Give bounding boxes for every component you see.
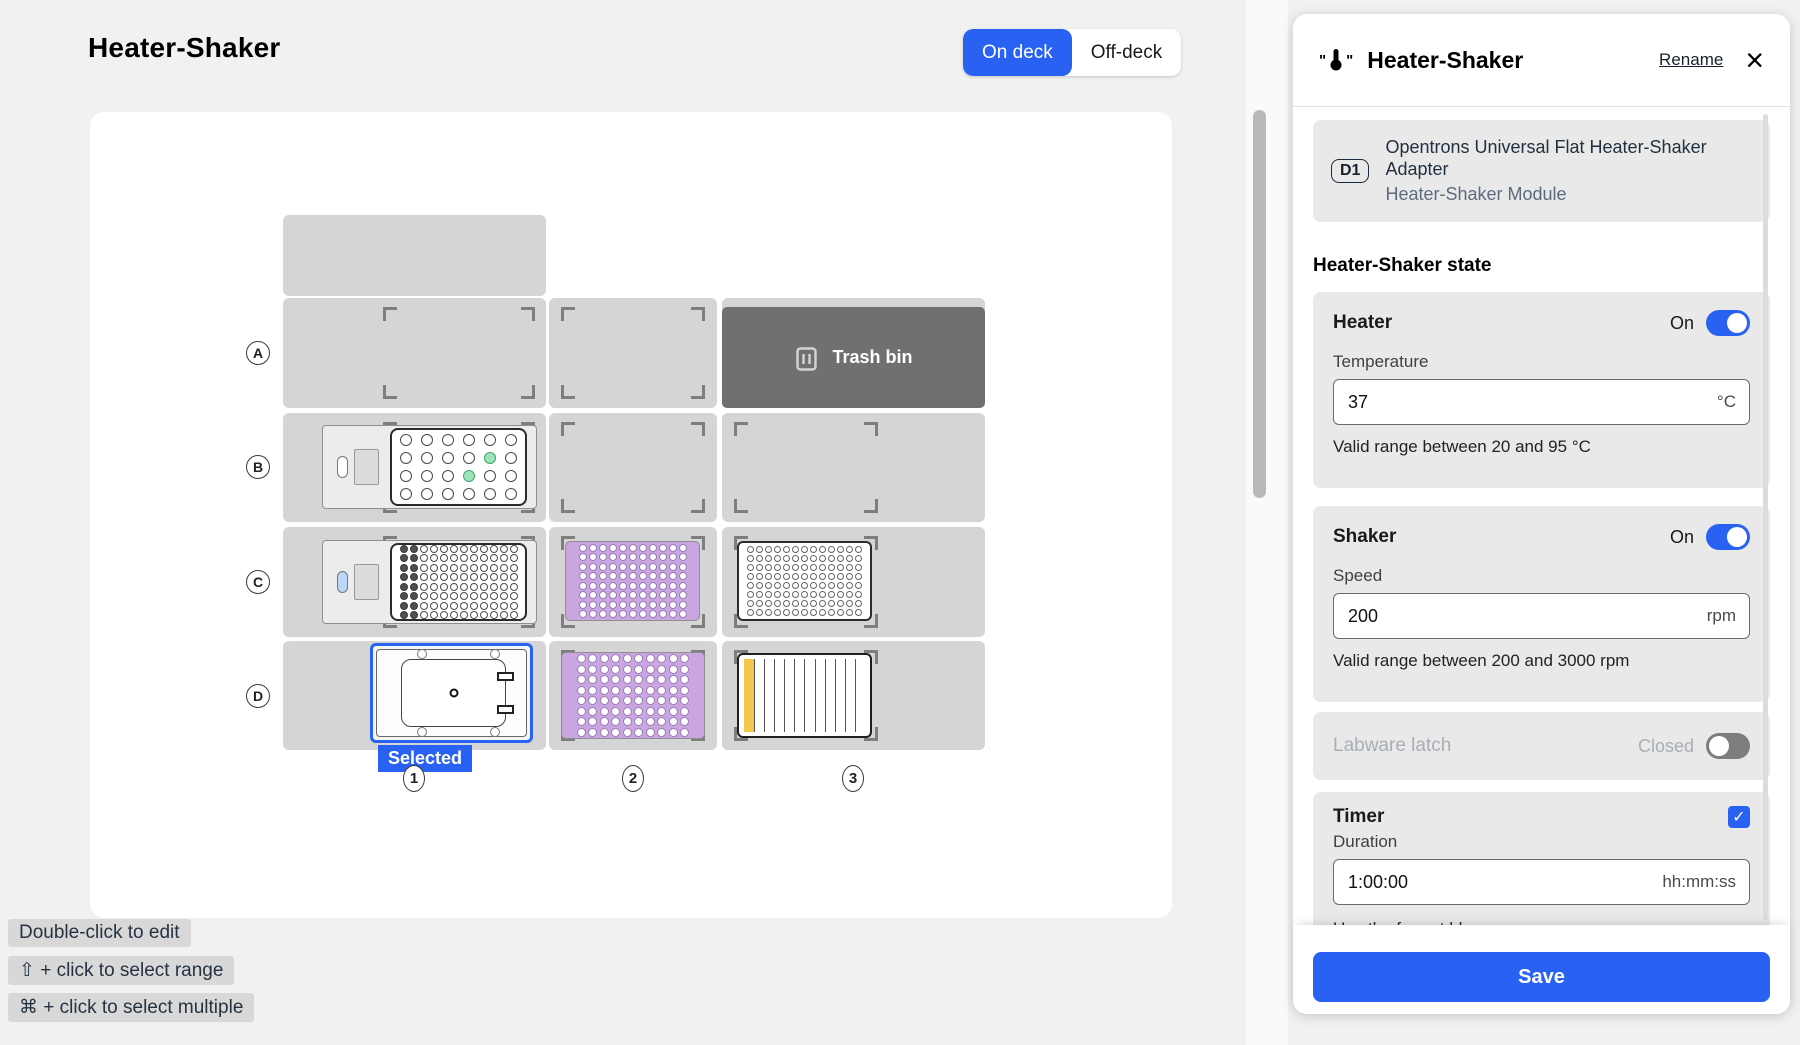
panel-scroll-area: D1 Opentrons Universal Flat Heater-Shake… (1293, 107, 1790, 925)
heater-shaker-module-selected[interactable] (370, 643, 533, 743)
page-title: Heater-Shaker (88, 32, 280, 64)
close-icon[interactable]: × (1745, 46, 1764, 74)
module-summary-card: D1 Opentrons Universal Flat Heater-Shake… (1313, 120, 1770, 222)
trash-icon (794, 343, 819, 372)
selected-tag: Selected (378, 745, 472, 772)
trash-bin[interactable]: Trash bin (722, 307, 985, 408)
screw-mark (417, 649, 427, 659)
timer-label: Timer (1333, 806, 1728, 828)
labware-position-marks (561, 307, 705, 399)
flat-adapter-plate (401, 659, 506, 727)
deck-slot-a1[interactable] (283, 298, 546, 408)
save-button[interactable]: Save (1313, 952, 1770, 1002)
deck-slot-d2[interactable] (549, 641, 717, 750)
temperature-range-caption: Valid range between 20 and 95 °C (1333, 437, 1750, 457)
labware-96-well-plate[interactable] (390, 543, 527, 621)
shaker-state-label: On (1670, 527, 1694, 548)
labware-96-well-plate-purple[interactable] (565, 541, 700, 621)
deck-slot-c3[interactable] (722, 527, 985, 637)
labware-position-marks (561, 422, 705, 513)
deck-slot-a3[interactable]: Trash bin (722, 298, 985, 408)
deck-col-label-3: 3 (842, 765, 864, 792)
speed-range-caption: Valid range between 200 and 3000 rpm (1333, 651, 1750, 671)
deck-slot-d3[interactable] (722, 641, 985, 750)
labware-96-well-plate-purple[interactable] (561, 652, 705, 739)
temperature-label: Temperature (1333, 352, 1750, 372)
heater-shaker-frame (376, 649, 527, 737)
staging-slot[interactable] (283, 215, 546, 296)
deck-slot-a2[interactable] (549, 298, 717, 408)
labware-latch-card: Labware latch Closed (1313, 712, 1770, 780)
heater-shaker-icon: " " (1319, 47, 1353, 73)
heater-card: Heater On Temperature °C Valid range bet… (1313, 292, 1770, 488)
deck-slot-c2[interactable] (549, 527, 717, 637)
speed-input[interactable] (1333, 593, 1750, 639)
duration-format-hint: hh:mm:ss (1662, 872, 1736, 892)
screw-mark (417, 727, 427, 737)
latch-toggle (1706, 733, 1750, 759)
speed-label: Speed (1333, 566, 1750, 586)
deck-slot-c1[interactable] (283, 527, 546, 637)
on-deck-button[interactable]: On deck (963, 29, 1072, 76)
module-display (354, 449, 379, 485)
slot-badge: D1 (1331, 159, 1369, 183)
deck-map: Trash bin (90, 112, 1172, 918)
labware-24-well-plate[interactable] (390, 428, 527, 506)
check-icon: ✓ (1732, 807, 1745, 827)
deck-row-label-c: C (246, 570, 270, 594)
deck-col-label-1: 1 (403, 765, 425, 792)
deck-row-label-b: B (246, 455, 270, 479)
off-deck-button[interactable]: Off-deck (1072, 29, 1181, 76)
deck-slot-b1[interactable] (283, 413, 546, 522)
module-status-light (337, 571, 348, 593)
timer-checkbox[interactable]: ✓ (1728, 806, 1750, 828)
timer-card: Timer ✓ Duration hh:mm:ss Use the format… (1313, 792, 1770, 925)
heater-state-label: On (1670, 313, 1694, 334)
heater-toggle[interactable] (1706, 310, 1750, 336)
labware-position-marks (734, 422, 878, 513)
hint-double-click: Double-click to edit (8, 919, 191, 947)
latch-clamp (497, 705, 514, 714)
main-scrollbar-thumb[interactable] (1253, 110, 1266, 498)
heater-label: Heater (1333, 312, 1670, 334)
heater-shaker-panel: " " Heater-Shaker Rename × D1 Opentrons … (1293, 14, 1790, 1014)
panel-header: " " Heater-Shaker Rename × (1293, 14, 1790, 107)
deck-slot-b3[interactable] (722, 413, 985, 522)
shaker-toggle[interactable] (1706, 524, 1750, 550)
deck-slot-d1[interactable]: Selected (283, 641, 546, 750)
deck-row-label-d: D (246, 684, 270, 708)
latch-clamp (497, 672, 514, 681)
shaker-label: Shaker (1333, 526, 1670, 548)
hint-shift-click: ⇧ + click to select range (8, 956, 234, 985)
panel-scrollbar[interactable] (1763, 114, 1768, 920)
screw-mark (490, 649, 500, 659)
adapter-center-mark (449, 689, 458, 698)
labware-12-channel-reservoir[interactable] (737, 653, 872, 738)
hint-cmd-click: ⌘ + click to select multiple (8, 993, 254, 1022)
panel-title: Heater-Shaker (1367, 47, 1659, 74)
module-status-light (337, 456, 348, 478)
labware-96-well-plate[interactable] (737, 541, 872, 621)
screw-mark (490, 727, 500, 737)
temperature-input[interactable] (1333, 379, 1750, 425)
deck-col-label-2: 2 (622, 765, 644, 792)
panel-footer: Save (1293, 925, 1790, 1014)
deck-toggle: On deck Off-deck (963, 29, 1181, 76)
speed-unit: rpm (1707, 606, 1736, 626)
state-heading: Heater-Shaker state (1313, 255, 1491, 277)
latch-label: Labware latch (1333, 735, 1638, 757)
temperature-unit: °C (1717, 392, 1736, 412)
trash-bin-label: Trash bin (832, 347, 912, 368)
labware-position-marks (383, 307, 535, 399)
latch-state-label: Closed (1638, 736, 1694, 757)
deck-row-label-a: A (246, 341, 270, 365)
rename-link[interactable]: Rename (1659, 50, 1723, 70)
module-display (354, 564, 379, 600)
module-card-subtitle: Heater-Shaker Module (1385, 184, 1752, 205)
deck-slot-b2[interactable] (549, 413, 717, 522)
duration-label: Duration (1333, 832, 1750, 852)
shaker-card: Shaker On Speed rpm Valid range between … (1313, 506, 1770, 702)
module-card-title: Opentrons Universal Flat Heater-Shaker A… (1385, 137, 1752, 181)
